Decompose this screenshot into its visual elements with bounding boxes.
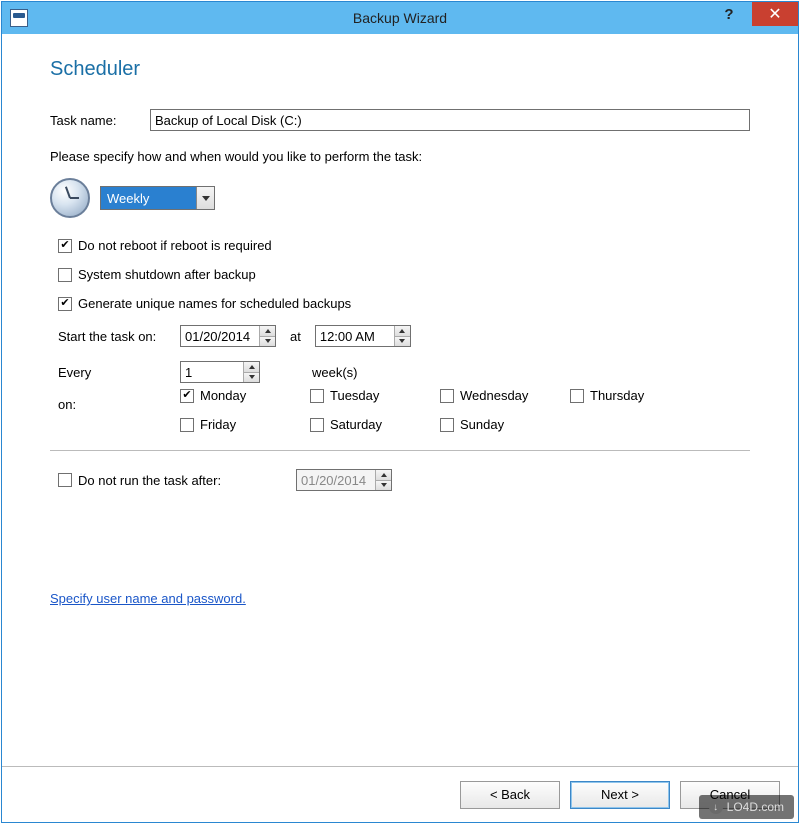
spinner-down-icon[interactable] [260, 337, 275, 347]
no-reboot-label: Do not reboot if reboot is required [78, 238, 272, 253]
shutdown-checkbox[interactable] [58, 268, 72, 282]
day-sat-label: Saturday [330, 417, 382, 432]
expire-checkbox[interactable] [58, 473, 72, 487]
spinner-up-icon[interactable] [244, 362, 259, 373]
next-button[interactable]: Next > [570, 781, 670, 809]
day-mon-checkbox[interactable] [180, 389, 194, 403]
shutdown-label: System shutdown after backup [78, 267, 256, 282]
titlebar: Backup Wizard ? ✕ [2, 2, 798, 34]
day-sun-label: Sunday [460, 417, 504, 432]
day-tue-checkbox[interactable] [310, 389, 324, 403]
no-reboot-checkbox[interactable] [58, 239, 72, 253]
every-label: Every [58, 365, 180, 380]
day-wed-label: Wednesday [460, 388, 528, 403]
task-name-label: Task name: [50, 113, 150, 128]
frequency-combo[interactable]: Weekly [100, 186, 215, 210]
divider [50, 450, 750, 451]
at-label: at [290, 329, 301, 344]
content-area: Scheduler Task name: Please specify how … [2, 34, 798, 766]
day-fri-checkbox[interactable] [180, 418, 194, 432]
close-button[interactable]: ✕ [752, 2, 798, 26]
download-icon: ↓ [709, 800, 723, 814]
app-icon [10, 9, 28, 27]
unique-names-label: Generate unique names for scheduled back… [78, 296, 351, 311]
day-mon-label: Monday [200, 388, 246, 403]
day-sat-checkbox[interactable] [310, 418, 324, 432]
spinner-down-icon[interactable] [376, 481, 391, 491]
spinner-up-icon[interactable] [395, 326, 410, 337]
spinner-down-icon[interactable] [395, 337, 410, 347]
day-sun-checkbox[interactable] [440, 418, 454, 432]
every-weeks-input[interactable]: 1 [180, 361, 260, 383]
start-time-input[interactable]: 12:00 AM [315, 325, 411, 347]
expire-date-input[interactable]: 01/20/2014 [296, 469, 392, 491]
day-thu-label: Thursday [590, 388, 644, 403]
instruction-text: Please specify how and when would you li… [50, 149, 750, 164]
wizard-window: Backup Wizard ? ✕ Scheduler Task name: P… [1, 1, 799, 823]
start-date-input[interactable]: 01/20/2014 [180, 325, 276, 347]
frequency-value: Weekly [101, 187, 196, 209]
help-button[interactable]: ? [706, 2, 752, 26]
page-heading: Scheduler [50, 58, 750, 81]
spinner-up-icon[interactable] [260, 326, 275, 337]
task-name-input[interactable] [150, 109, 750, 131]
day-tue-label: Tuesday [330, 388, 379, 403]
start-date-label: Start the task on: [58, 329, 180, 344]
day-fri-label: Friday [200, 417, 236, 432]
clock-icon [50, 178, 90, 218]
credentials-link[interactable]: Specify user name and password. [50, 591, 246, 606]
expire-label: Do not run the task after: [78, 473, 290, 488]
spinner-down-icon[interactable] [244, 373, 259, 383]
watermark: ↓ LO4D.com [699, 795, 794, 819]
unique-names-checkbox[interactable] [58, 297, 72, 311]
window-title: Backup Wizard [2, 10, 798, 26]
spinner-up-icon[interactable] [376, 470, 391, 481]
day-thu-checkbox[interactable] [570, 389, 584, 403]
day-wed-checkbox[interactable] [440, 389, 454, 403]
on-label: on: [58, 397, 180, 412]
weeks-label: week(s) [312, 365, 358, 380]
footer: < Back Next > Cancel [2, 766, 798, 822]
chevron-down-icon[interactable] [196, 187, 214, 209]
back-button[interactable]: < Back [460, 781, 560, 809]
